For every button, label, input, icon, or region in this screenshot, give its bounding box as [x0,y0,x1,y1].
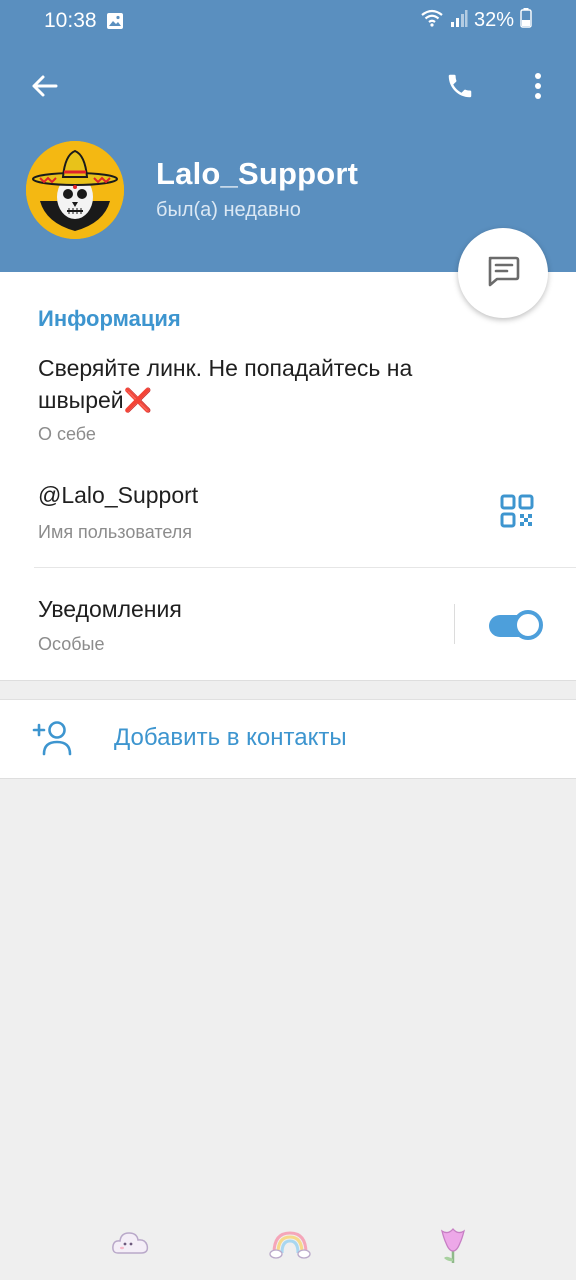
nav-recents-button[interactable] [110,1225,154,1265]
phone-icon [445,71,475,106]
notifications-label: Особые [38,634,105,654]
toggle-knob [513,610,543,640]
username-row[interactable]: @Lalo_Support Имя пользователя [0,468,576,568]
status-time: 10:38 [44,9,97,32]
add-contact-label: Добавить в контакты [114,724,347,751]
username-value: @Lalo_Support [38,482,199,508]
qr-code-icon [500,494,534,532]
battery-icon [520,8,532,33]
cross-mark-emoji: ❌ [123,387,153,413]
notifications-toggle[interactable] [487,610,543,640]
vertical-separator [454,604,455,644]
cloud-sticker-icon [110,1232,152,1265]
more-vertical-icon [534,72,542,105]
bio-text[interactable]: Сверяйте линк. Не попадайтесь на швырей❌ [38,352,498,416]
wifi-icon [420,8,444,33]
add-user-icon [32,720,74,756]
qr-code-button[interactable] [500,494,536,530]
section-title-info: Информация [38,306,181,331]
nav-back-button[interactable] [432,1225,476,1265]
status-indicators: 32% [420,8,532,33]
profile-last-seen: был(а) недавно [156,199,301,221]
nav-home-button[interactable] [268,1225,312,1265]
signal-icon [450,8,468,33]
info-section: Информация Сверяйте линк. Не попадайтесь… [0,272,576,681]
username-label: Имя пользователя [38,522,193,542]
bio-text-content: Сверяйте линк. Не попадайтесь на швырей [38,355,413,413]
status-bar: 10:38 32% [0,0,576,42]
avatar[interactable] [26,141,124,239]
add-contact-button[interactable]: Добавить в контакты [0,699,576,779]
send-message-button[interactable] [458,228,548,318]
bio-label: О себе [38,424,96,444]
back-button[interactable] [24,68,64,108]
arrow-left-icon [30,74,58,103]
tulip-sticker-icon [432,1227,474,1269]
gallery-icon [106,12,124,35]
notifications-title: Уведомления [38,596,182,622]
navigation-bar [0,1210,576,1280]
sombrero-skull-avatar [26,141,124,239]
rainbow-sticker-icon [268,1231,312,1265]
message-icon [484,252,522,295]
more-menu-button[interactable] [520,68,556,108]
battery-percent: 32% [473,9,514,31]
profile-name: Lalo_Support [156,156,359,191]
notifications-row[interactable]: Уведомления Особые [0,568,576,680]
call-button[interactable] [440,68,480,108]
